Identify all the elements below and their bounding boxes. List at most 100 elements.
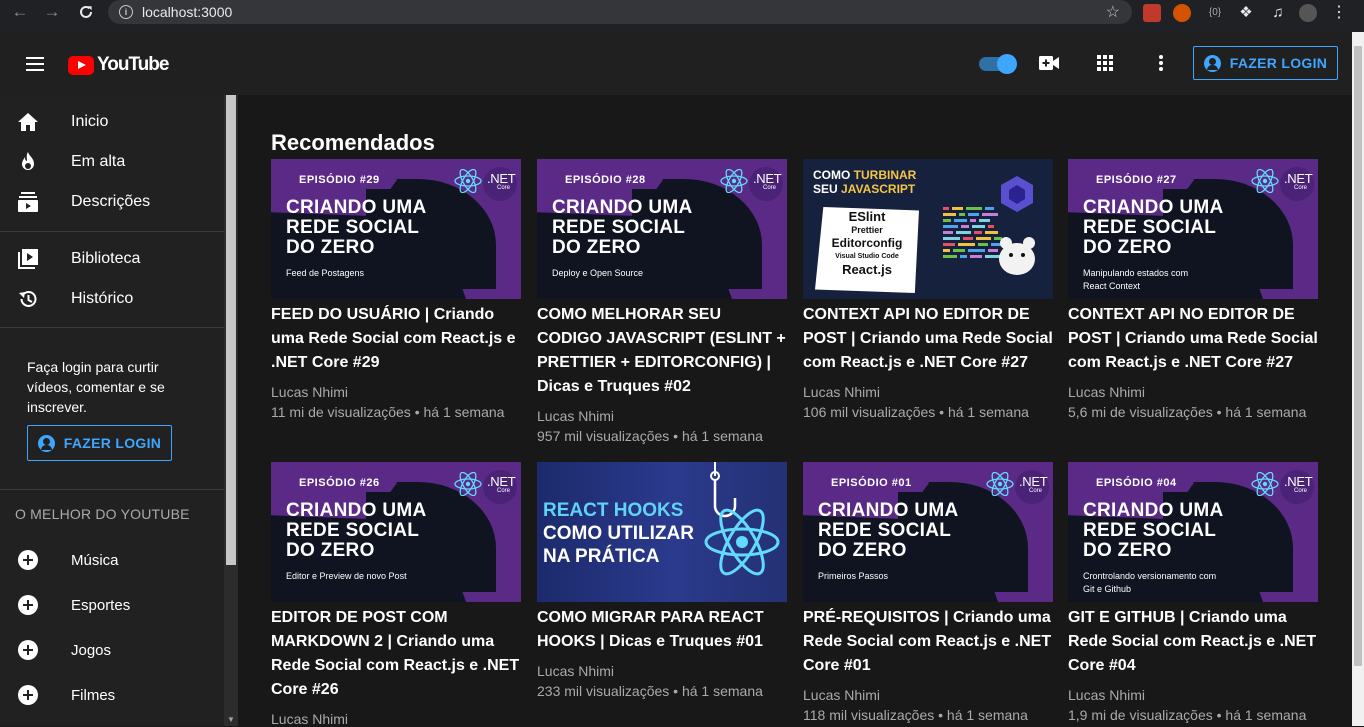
thumbnail-episode-badge: EPISÓDIO #27 xyxy=(1096,174,1177,186)
sign-in-prompt: Faça login para curtir vídeos, comentar … xyxy=(27,359,165,415)
plus-circle-icon xyxy=(16,638,40,662)
video-title[interactable]: CONTEXT API NO EDITOR DE POST | Criando … xyxy=(1068,303,1318,375)
thumbnail-headline: REDE SOCIAL xyxy=(286,217,420,238)
video-channel[interactable]: Lucas Nhimi xyxy=(1068,687,1145,703)
extension-3-icon[interactable]: {0} xyxy=(1206,4,1224,22)
dotnet-logo-text: .NET xyxy=(1019,474,1048,489)
thumbnail-episode-badge: EPISÓDIO #01 xyxy=(831,477,912,489)
video-channel[interactable]: Lucas Nhimi xyxy=(537,663,614,679)
media-control-icon[interactable]: ♫ xyxy=(1269,4,1287,22)
thumbnail-subtitle: Crontrolando versionamento com xyxy=(1083,571,1217,581)
best-of-youtube-heading: O MELHOR DO YOUTUBE xyxy=(15,506,190,522)
thumbnail-headline: DO ZERO xyxy=(818,540,907,561)
react-logo-icon xyxy=(719,168,749,194)
sidebar-item-trending[interactable]: Em alta xyxy=(0,142,224,182)
video-thumbnail[interactable]: EPISÓDIO #26 CRIANDO UMA REDE SOCIAL DO ZE… xyxy=(271,462,521,602)
video-title[interactable]: PRÉ-REQUISITOS | Criando uma Rede Social… xyxy=(803,606,1053,678)
sidebar-sign-in-button[interactable]: FAZER LOGIN xyxy=(27,425,172,461)
video-channel[interactable]: Lucas Nhimi xyxy=(803,687,880,703)
sidebar-item-label: Música xyxy=(71,551,119,569)
react-logo-icon xyxy=(453,168,483,194)
video-channel[interactable]: Lucas Nhimi xyxy=(803,384,880,400)
extensions-puzzle-icon[interactable]: ❖ xyxy=(1237,4,1255,22)
video-thumbnail[interactable]: EPISÓDIO #29 CRIANDO UMA REDE SOCIAL DO ZE… xyxy=(271,159,521,299)
sidebar-item-subscriptions[interactable]: Descrições xyxy=(0,182,224,222)
thumbnail-headline: CRIANDO UMA xyxy=(818,500,959,521)
video-channel[interactable]: Lucas Nhimi xyxy=(1068,384,1145,400)
sidebar-divider xyxy=(0,231,224,232)
dotnet-logo-text: .NET xyxy=(487,474,516,489)
video-thumbnail[interactable]: COMO TURBINAR SEU JAVASCRIPT ESlint Pret… xyxy=(803,159,1053,299)
sidebar-divider xyxy=(0,327,224,328)
video-thumbnail[interactable]: EPISÓDIO #01 CRIANDO UMA REDE SOCIAL DO ZE… xyxy=(803,462,1053,602)
thumbnail-tool-label: Editorconfig xyxy=(831,236,903,250)
thumbnail-subtitle: Editor e Preview de novo Post xyxy=(286,571,407,581)
masthead: YouTube FAZER LOGIN xyxy=(0,32,1352,95)
video-thumbnail[interactable]: EPISÓDIO #28 CRIANDO UMA REDE SOCIAL DO ZE… xyxy=(537,159,787,299)
sidebar-item-label: Inicio xyxy=(71,113,109,130)
thumbnail-episode-badge: EPISÓDIO #26 xyxy=(299,477,380,489)
sidebar-scrollbar[interactable]: ▼ xyxy=(224,95,238,726)
thumbnail-headline: CRIANDO UMA xyxy=(1083,500,1224,521)
sidebar-item-home[interactable]: Inicio xyxy=(0,102,224,142)
sidebar-item-music[interactable]: Música xyxy=(0,540,224,580)
url-text: localhost:3000 xyxy=(142,4,233,20)
sidebar-item-sports[interactable]: Esportes xyxy=(0,585,224,625)
thumbnail-subtitle: Manipulando estados com xyxy=(1083,268,1189,278)
video-thumbnail[interactable]: EPISÓDIO #27 CRIANDO UMA REDE SOCIAL DO ZE… xyxy=(1068,159,1318,299)
thumbnail-episode-badge: EPISÓDIO #28 xyxy=(565,174,646,186)
video-title[interactable]: CONTEXT API NO EDITOR DE POST | Criando … xyxy=(803,303,1053,375)
video-meta: 106 mil visualizações • há 1 semana xyxy=(803,404,1029,420)
video-thumbnail[interactable]: EPISÓDIO #04 CRIANDO UMA REDE SOCIAL DO ZE… xyxy=(1068,462,1318,602)
video-channel[interactable]: Lucas Nhimi xyxy=(271,384,348,400)
thumbnail-headline: CRIANDO UMA xyxy=(286,197,427,218)
thumbnail-subtitle: Deploy e Open Source xyxy=(552,268,644,278)
video-title[interactable]: GIT E GITHUB | Criando uma Rede Social c… xyxy=(1068,606,1318,678)
section-title: Recomendados xyxy=(271,130,435,155)
hamburger-menu-icon[interactable] xyxy=(26,57,44,71)
site-info-icon[interactable]: i xyxy=(119,5,133,19)
video-camera-icon[interactable] xyxy=(1036,50,1062,76)
youtube-logo[interactable]: YouTube xyxy=(68,54,169,76)
extension-1-icon[interactable] xyxy=(1143,4,1161,22)
sidebar: Inicio Em alta Descrições Biblioteca His… xyxy=(0,95,238,726)
thumbnail-tool-label: ESlint xyxy=(848,209,886,224)
plus-circle-icon xyxy=(16,593,40,617)
dotnet-logo-subtext: Core xyxy=(497,185,511,191)
account-circle-icon xyxy=(1203,54,1221,72)
more-options-icon[interactable] xyxy=(1148,50,1174,76)
video-meta: 5,6 mi de visualizações • há 1 semana xyxy=(1068,404,1307,420)
video-thumbnail[interactable]: REACT HOOKS COMO UTILIZAR NA PRÁTICA xyxy=(537,462,787,602)
video-channel[interactable]: Lucas Nhimi xyxy=(271,711,348,727)
video-channel[interactable]: Lucas Nhimi xyxy=(537,408,614,424)
sidebar-scrollbar-thumb[interactable] xyxy=(226,95,236,565)
address-bar[interactable]: i localhost:3000 ☆ xyxy=(108,0,1132,24)
sign-in-button[interactable]: FAZER LOGIN xyxy=(1193,46,1338,80)
account-circle-icon xyxy=(37,434,55,452)
page-scrollbar-thumb[interactable] xyxy=(1354,46,1362,666)
scroll-down-arrow-icon[interactable]: ▼ xyxy=(227,715,235,724)
forward-arrow-icon[interactable]: → xyxy=(38,0,66,26)
video-title[interactable]: EDITOR DE POST COM MARKDOWN 2 | Criando … xyxy=(271,606,521,702)
video-title[interactable]: COMO MELHORAR SEU CODIGO JAVASCRIPT (ESL… xyxy=(537,303,787,399)
theme-toggle[interactable] xyxy=(979,54,1017,74)
browser-menu-icon[interactable]: ⋮ xyxy=(1330,4,1348,22)
sidebar-item-gaming[interactable]: Jogos xyxy=(0,630,224,670)
react-hook-graphic xyxy=(704,462,780,576)
fire-icon xyxy=(16,150,40,174)
profile-avatar[interactable] xyxy=(1299,4,1317,22)
thumbnail-headline: REDE SOCIAL xyxy=(818,520,952,541)
video-title[interactable]: FEED DO USUÁRIO | Criando uma Rede Socia… xyxy=(271,303,521,375)
video-title[interactable]: COMO MIGRAR PARA REACT HOOKS | Dicas e T… xyxy=(537,606,787,654)
sidebar-item-history[interactable]: Histórico xyxy=(0,279,224,319)
library-icon xyxy=(16,247,40,271)
bookmark-star-icon[interactable]: ☆ xyxy=(1106,2,1120,22)
back-arrow-icon[interactable]: ← xyxy=(6,0,34,26)
extension-2-icon[interactable] xyxy=(1173,4,1191,22)
sidebar-item-library[interactable]: Biblioteca xyxy=(0,239,224,279)
reload-icon[interactable] xyxy=(72,0,100,26)
page-scrollbar[interactable] xyxy=(1352,32,1364,726)
apps-grid-icon[interactable] xyxy=(1092,50,1118,76)
thumbnail-episode-badge: EPISÓDIO #04 xyxy=(1096,477,1177,489)
sidebar-item-movies[interactable]: Filmes xyxy=(0,675,224,715)
